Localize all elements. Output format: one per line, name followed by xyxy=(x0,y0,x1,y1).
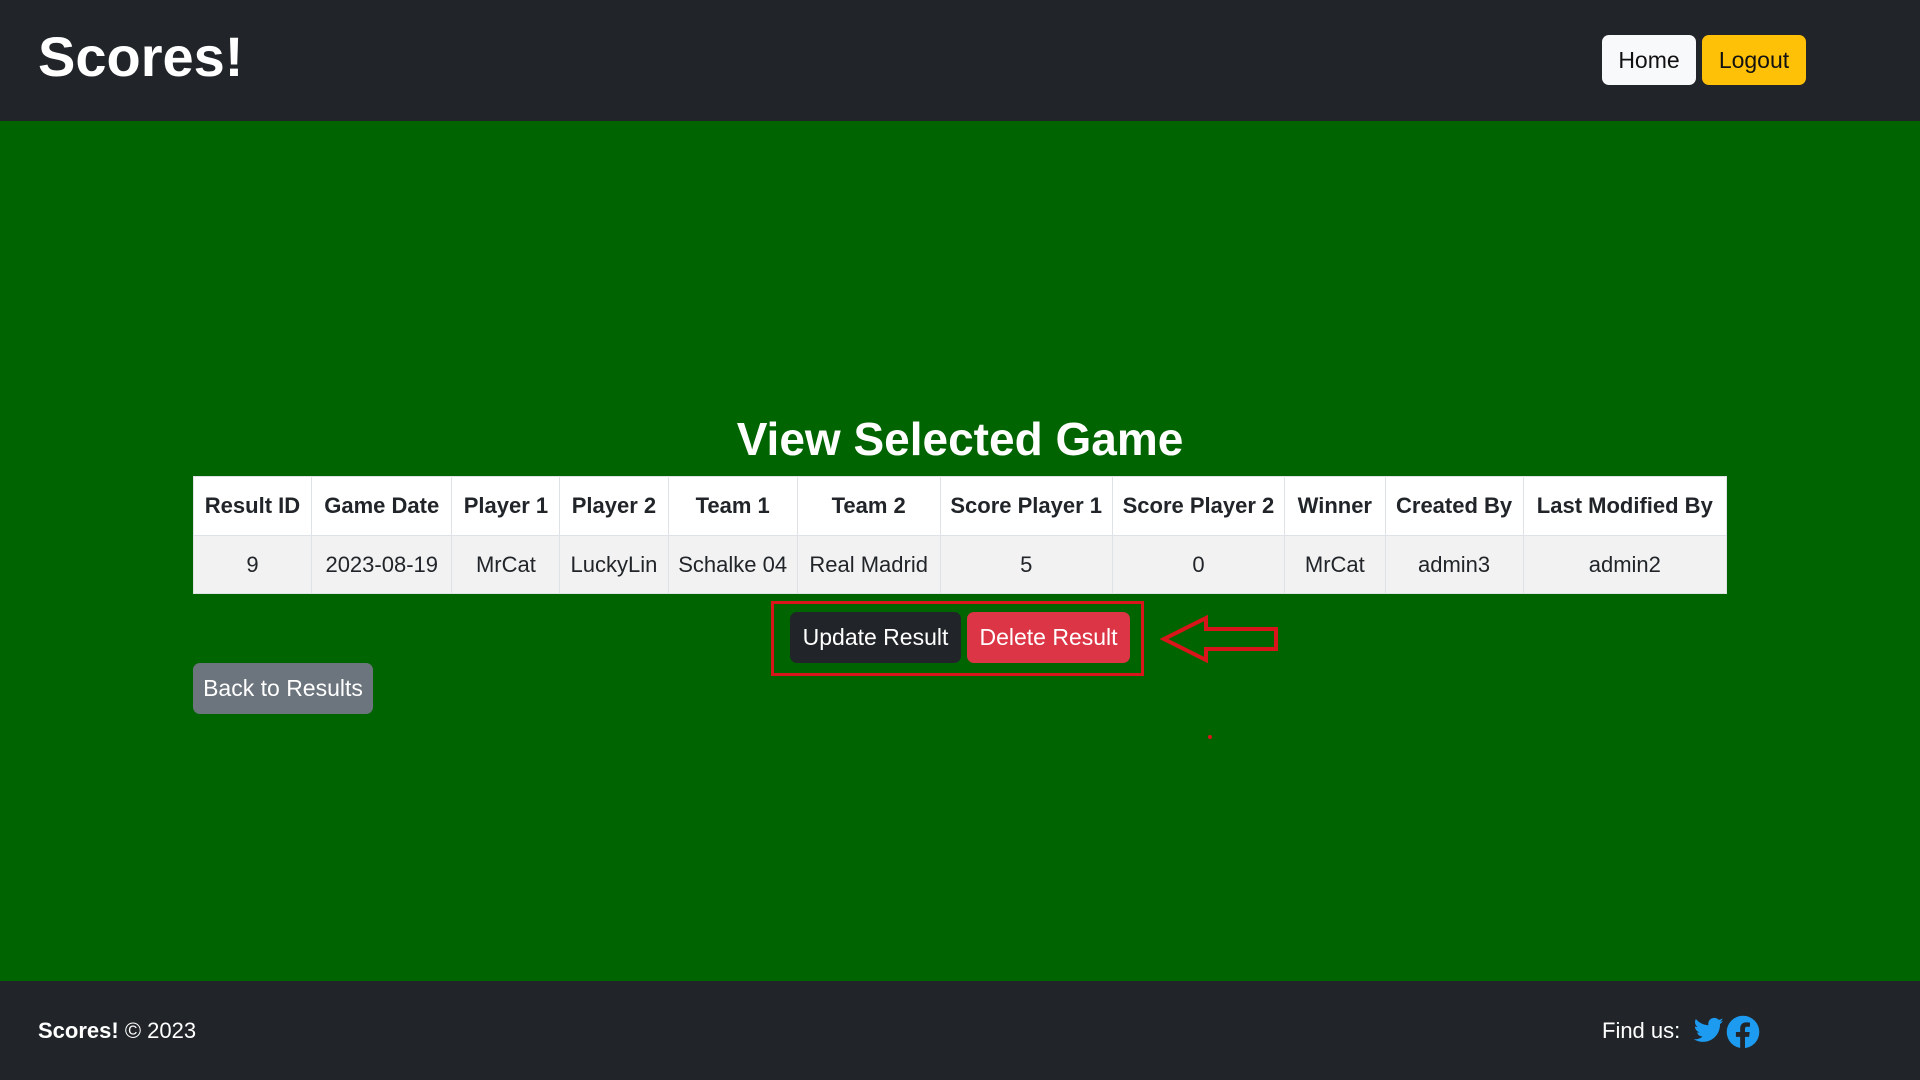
cell-result-id: 9 xyxy=(193,535,312,594)
delete-result-button[interactable]: Delete Result xyxy=(967,612,1130,663)
cell-team-1: Schalke 04 xyxy=(667,535,798,594)
header-last-modified-by: Last Modified By xyxy=(1522,476,1728,536)
table-row: 9 2023-08-19 MrCat LuckyLin Schalke 04 R… xyxy=(193,535,1728,594)
header-player-1: Player 1 xyxy=(451,476,561,536)
cell-player-1: MrCat xyxy=(451,535,561,594)
back-to-results-button[interactable]: Back to Results xyxy=(193,663,373,714)
header-team-1: Team 1 xyxy=(667,476,798,536)
facebook-icon[interactable] xyxy=(1726,1015,1760,1049)
header-score-player-2: Score Player 2 xyxy=(1111,476,1286,536)
header-player-2: Player 2 xyxy=(559,476,669,536)
results-table: Result ID Game Date Player 1 Player 2 Te… xyxy=(193,476,1728,594)
footer: Scores! © 2023 Find us: xyxy=(0,981,1920,1080)
cell-game-date: 2023-08-19 xyxy=(310,535,453,594)
annotation-arrow-icon xyxy=(1160,614,1278,664)
header-result-id: Result ID xyxy=(193,476,312,536)
home-button[interactable]: Home xyxy=(1602,35,1696,85)
annotation-dot xyxy=(1208,735,1212,739)
page-title: View Selected Game xyxy=(736,413,1184,465)
cell-score-player-2: 0 xyxy=(1111,535,1286,594)
logout-button[interactable]: Logout xyxy=(1702,35,1806,85)
twitter-icon[interactable] xyxy=(1692,1015,1726,1045)
table-header-row: Result ID Game Date Player 1 Player 2 Te… xyxy=(193,476,1728,536)
header-game-date: Game Date xyxy=(310,476,453,536)
brand-title[interactable]: Scores! xyxy=(38,22,243,92)
footer-copyright: Scores! © 2023 xyxy=(38,1001,196,1061)
header-score-player-1: Score Player 1 xyxy=(939,476,1113,536)
cell-player-2: LuckyLin xyxy=(559,535,669,594)
header-winner: Winner xyxy=(1284,476,1386,536)
find-us-label: Find us: xyxy=(1602,1018,1681,1043)
footer-copyright-text: © 2023 xyxy=(124,1018,197,1043)
header-team-2: Team 2 xyxy=(796,476,941,536)
cell-team-2: Real Madrid xyxy=(796,535,941,594)
update-result-button[interactable]: Update Result xyxy=(790,612,961,663)
cell-score-player-1: 5 xyxy=(939,535,1113,594)
cell-created-by: admin3 xyxy=(1384,535,1524,594)
footer-brand: Scores! xyxy=(38,1018,119,1043)
header-created-by: Created By xyxy=(1384,476,1524,536)
cell-winner: MrCat xyxy=(1284,535,1386,594)
cell-last-modified-by: admin2 xyxy=(1522,535,1728,594)
navbar: Scores! Home Logout xyxy=(0,0,1920,121)
